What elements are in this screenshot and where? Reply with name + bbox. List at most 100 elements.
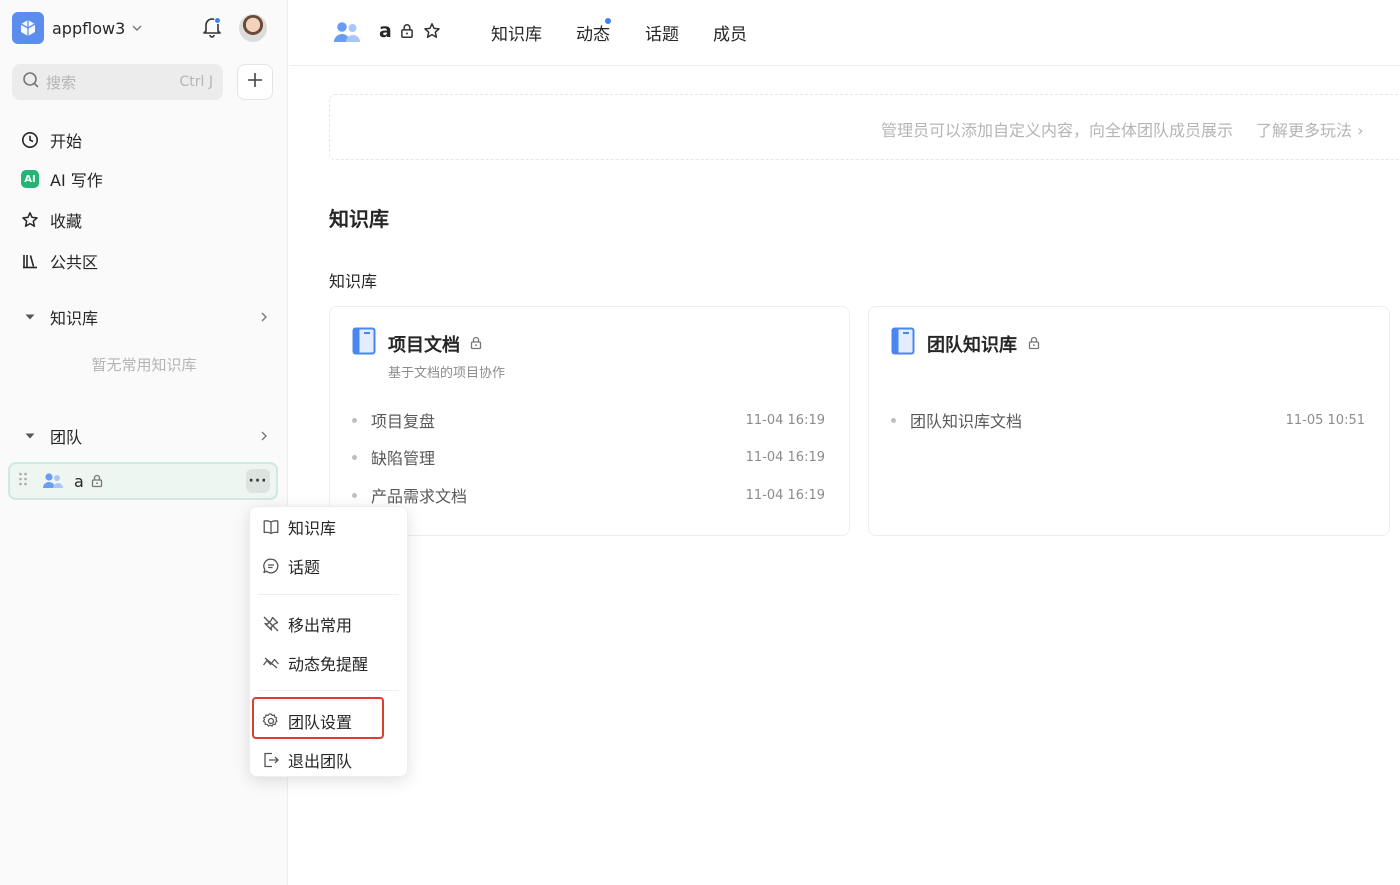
card-description: 基于文档的项目协作 xyxy=(388,366,506,381)
workspace-switcher[interactable]: appflow3 xyxy=(12,12,143,44)
star-icon[interactable] xyxy=(423,22,441,44)
doc-title: 缺陷管理 xyxy=(371,449,436,468)
book-icon xyxy=(262,518,280,536)
add-button[interactable] xyxy=(237,64,273,100)
menu-item-mute[interactable]: 动态免提醒 xyxy=(262,651,368,675)
lock-icon xyxy=(469,335,483,354)
caret-down-icon xyxy=(20,311,40,323)
menu-item-knowledge[interactable]: 知识库 xyxy=(262,515,336,539)
menu-item-team-settings[interactable]: 团队设置 xyxy=(262,709,352,733)
doc-title: 团队知识库文档 xyxy=(910,412,1023,431)
menu-item-topics[interactable]: 话题 xyxy=(262,554,320,578)
avatar[interactable] xyxy=(239,14,267,42)
banner-text: 管理员可以添加自定义内容，向全体团队成员展示 xyxy=(881,121,1234,140)
doc-item[interactable]: 缺陷管理 11-04 16:19 xyxy=(352,446,825,468)
knowledge-section-header[interactable]: 知识库 xyxy=(20,305,270,329)
sidebar-item-label: 收藏 xyxy=(50,212,83,231)
knowledge-card[interactable]: 团队知识库 团队知识库文档 11-05 10:51 xyxy=(868,306,1390,536)
card-title: 项目文档 xyxy=(388,335,460,356)
sidebar-item-start[interactable]: 开始 xyxy=(20,128,82,152)
exit-icon xyxy=(262,751,280,769)
sidebar-item-favorites[interactable]: 收藏 xyxy=(20,208,82,232)
lock-icon xyxy=(1027,335,1041,354)
doc-title: 产品需求文档 xyxy=(371,487,468,506)
chevron-right-icon[interactable] xyxy=(258,430,270,442)
bullet xyxy=(352,454,357,460)
knowledge-empty-text: 暂无常用知识库 xyxy=(91,356,197,374)
menu-item-unpin[interactable]: 移出常用 xyxy=(262,612,352,636)
ai-icon: AI xyxy=(20,169,40,189)
menu-item-label: 动态免提醒 xyxy=(288,655,369,674)
search-input[interactable]: 搜索 Ctrl J xyxy=(12,64,223,100)
menu-item-label: 移出常用 xyxy=(288,616,353,635)
menu-item-label: 团队设置 xyxy=(288,713,353,732)
bullet xyxy=(352,492,357,498)
chevron-right-icon[interactable] xyxy=(258,311,270,323)
unpin-icon xyxy=(262,615,280,633)
tab-activity-dot xyxy=(605,18,611,24)
menu-item-label: 知识库 xyxy=(288,519,337,538)
library-icon xyxy=(20,251,40,271)
doc-time: 11-05 10:51 xyxy=(1285,412,1365,428)
lock-icon xyxy=(90,474,104,488)
section-heading: 知识库 xyxy=(329,207,389,231)
doc-time: 11-04 16:19 xyxy=(745,412,825,428)
workspace-logo-icon xyxy=(12,12,44,44)
team-name: a xyxy=(74,471,84,491)
doc-time: 11-04 16:19 xyxy=(745,487,825,503)
doc-item[interactable]: 项目复盘 11-04 16:19 xyxy=(352,409,825,431)
drag-handle-icon[interactable] xyxy=(18,471,32,491)
menu-item-leave-team[interactable]: 退出团队 xyxy=(262,748,352,772)
sidebar-item-label: 开始 xyxy=(50,132,83,151)
team-section-header[interactable]: 团队 xyxy=(20,424,270,448)
menu-item-label: 退出团队 xyxy=(288,752,353,771)
card-title: 团队知识库 xyxy=(927,335,1017,356)
section-subheading: 知识库 xyxy=(329,272,378,291)
menu-item-label: 话题 xyxy=(288,558,321,577)
header: a 知识库 动态 话题 成员 xyxy=(289,0,1400,66)
team-section-label: 团队 xyxy=(50,428,83,447)
book-icon xyxy=(352,327,376,359)
sidebar-item-team[interactable]: a ··· xyxy=(8,462,278,500)
gear-icon xyxy=(262,712,280,730)
ai-badge: AI xyxy=(21,170,39,188)
search-icon xyxy=(22,71,40,93)
menu-divider xyxy=(258,594,399,595)
notification-dot xyxy=(214,17,221,24)
sidebar-item-label: 公共区 xyxy=(50,253,99,272)
sidebar-item-label: AI 写作 xyxy=(50,171,103,190)
sidebar: appflow3 搜索 Ctrl J 开始 AI AI 写作 收藏 公共区 知识… xyxy=(0,0,288,885)
knowledge-card[interactable]: 项目文档 基于文档的项目协作 项目复盘 11-04 16:19 缺陷管理 11-… xyxy=(329,306,850,536)
doc-title: 项目复盘 xyxy=(371,412,436,431)
lock-icon xyxy=(399,23,415,43)
doc-item[interactable]: 团队知识库文档 11-05 10:51 xyxy=(891,409,1365,431)
tab-activity[interactable]: 动态 xyxy=(576,20,610,45)
caret-down-icon xyxy=(20,430,40,442)
chevron-down-icon xyxy=(131,22,143,34)
plus-icon xyxy=(247,72,263,92)
search-placeholder: 搜索 xyxy=(46,73,77,92)
bullet xyxy=(352,417,357,423)
more-options-button[interactable]: ··· xyxy=(246,469,270,493)
tab-knowledge[interactable]: 知识库 xyxy=(491,20,542,45)
tab-topics[interactable]: 话题 xyxy=(645,20,679,45)
book-icon xyxy=(891,327,915,359)
star-icon xyxy=(20,210,40,230)
learn-more-link[interactable]: 了解更多玩法 › xyxy=(1256,117,1364,141)
custom-content-banner xyxy=(329,94,1400,160)
team-icon xyxy=(42,472,64,490)
doc-item[interactable]: 产品需求文档 11-04 16:19 xyxy=(352,484,825,506)
sidebar-item-public[interactable]: 公共区 xyxy=(20,249,98,273)
bullet xyxy=(891,417,896,423)
workspace-name: appflow3 xyxy=(52,18,126,38)
sidebar-item-ai-writing[interactable]: AI AI 写作 xyxy=(20,167,103,191)
chat-icon xyxy=(262,557,280,575)
mute-icon xyxy=(262,654,280,672)
team-icon xyxy=(333,20,361,48)
search-shortcut: Ctrl J xyxy=(179,74,214,90)
clock-icon xyxy=(20,130,40,150)
menu-divider xyxy=(258,690,399,691)
tab-members[interactable]: 成员 xyxy=(713,20,747,45)
knowledge-section-label: 知识库 xyxy=(50,309,99,328)
team-context-menu: 知识库 话题 移出常用 动态免提醒 团队设置 退出团队 xyxy=(249,506,408,777)
